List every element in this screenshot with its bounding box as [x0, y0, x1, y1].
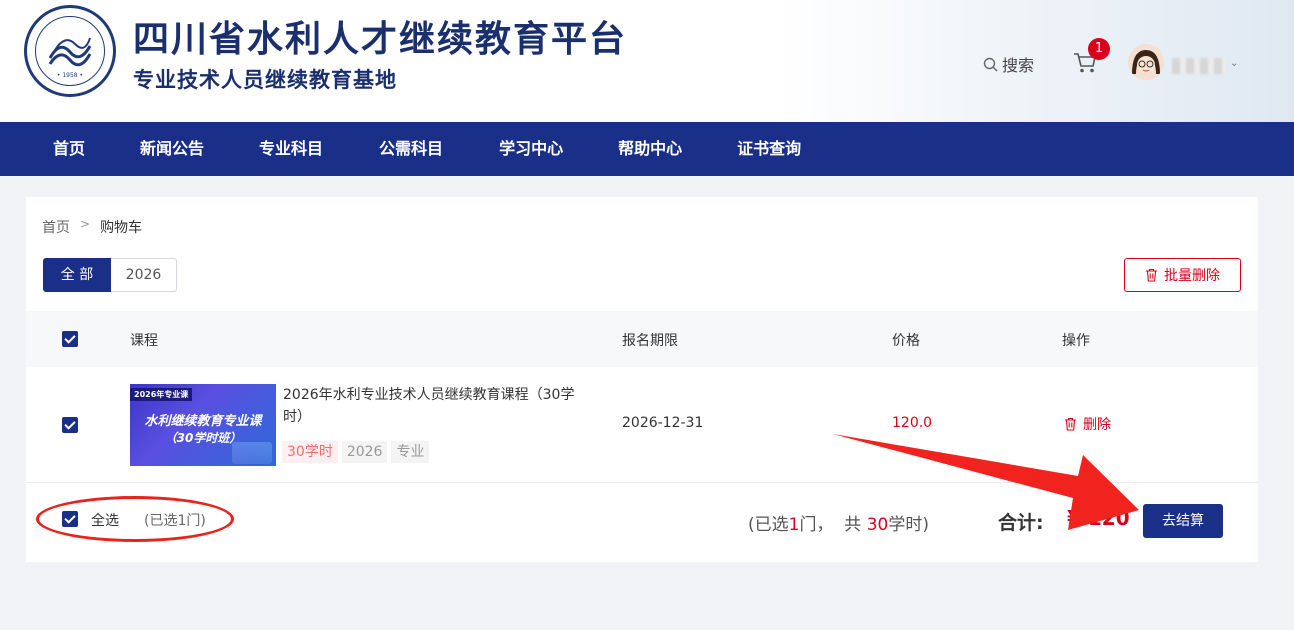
- main-nav: 首页 新闻公告 专业科目 公需科目 学习中心 帮助中心 证书查询: [0, 122, 1294, 176]
- column-header-action: 操作: [1062, 333, 1090, 349]
- trash-icon: [1146, 268, 1157, 282]
- breadcrumb-current: 购物车: [100, 220, 143, 236]
- cart-panel: 首页 > 购物车 全 部 2026 批量删除 课程 报名期限 价格 操作 202…: [26, 197, 1258, 562]
- course-title[interactable]: 2026年水利专业技术人员继续教育课程（30学时）: [283, 384, 583, 428]
- course-price: 120.0: [892, 415, 933, 431]
- thumbnail-decoration: [232, 442, 272, 464]
- column-header-price: 价格: [892, 333, 920, 349]
- cart-count-badge: 1: [1088, 38, 1110, 60]
- nav-item-certificate[interactable]: 证书查询: [737, 122, 801, 176]
- tag-hours: 30学时: [282, 441, 338, 463]
- site-header: • 1958 • 四川省水利人才继续教育平台 专业技术人员继续教育基地 搜索 1…: [0, 0, 1294, 122]
- nav-item-home[interactable]: 首页: [53, 122, 85, 176]
- row-checkbox[interactable]: [62, 417, 78, 433]
- breadcrumb-separator: >: [80, 217, 91, 231]
- course-tags: 30学时 2026 专业: [282, 441, 430, 463]
- user-avatar[interactable]: [1128, 44, 1164, 80]
- tab-all[interactable]: 全 部: [43, 258, 111, 292]
- tab-2026[interactable]: 2026: [111, 258, 177, 292]
- batch-delete-button[interactable]: 批量删除: [1124, 258, 1241, 292]
- logo-year: • 1958 •: [56, 72, 84, 79]
- selection-summary: (已选1门， 共 30学时): [748, 510, 929, 535]
- summary-prefix: (已选: [748, 515, 789, 535]
- avatar-face-icon: [1128, 44, 1164, 80]
- summary-hours: 30: [866, 515, 889, 535]
- username-blurred[interactable]: [1172, 58, 1226, 74]
- batch-delete-label: 批量删除: [1164, 268, 1220, 284]
- tag-year: 2026: [341, 441, 388, 463]
- course-thumbnail[interactable]: 2026年专业课 水利继续教育专业课 （30学时班）: [130, 384, 276, 466]
- checkout-button[interactable]: 去结算: [1143, 504, 1223, 538]
- nav-item-professional[interactable]: 专业科目: [259, 122, 323, 176]
- summary-middle: 门， 共: [799, 515, 867, 535]
- cart-footer: 全选 (已选1门) (已选1门， 共 30学时) 合计: ¥ 120 去结算: [26, 484, 1258, 562]
- thumbnail-title: 水利继续教育专业课: [144, 414, 262, 429]
- site-logo[interactable]: • 1958 •: [24, 5, 116, 97]
- nav-item-study-center[interactable]: 学习中心: [499, 122, 563, 176]
- site-title[interactable]: 四川省水利人才继续教育平台: [133, 10, 627, 62]
- site-subtitle: 专业技术人员继续教育基地: [133, 68, 397, 92]
- column-header-period: 报名期限: [622, 333, 678, 349]
- search-icon: [983, 57, 998, 71]
- nav-item-news[interactable]: 新闻公告: [140, 122, 204, 176]
- table-header: 课程 报名期限 价格 操作: [26, 311, 1258, 367]
- chevron-down-icon[interactable]: ⌄: [1230, 58, 1238, 69]
- delete-button[interactable]: 删除: [1064, 414, 1111, 434]
- total-amount: ¥ 120: [1067, 506, 1130, 530]
- year-tabs: 全 部 2026: [43, 258, 177, 292]
- header-select-all-checkbox[interactable]: [62, 331, 78, 347]
- breadcrumb-home[interactable]: 首页: [42, 217, 70, 237]
- tag-type: 专业: [391, 441, 430, 463]
- annotation-ellipse: [36, 496, 234, 542]
- nav-item-public[interactable]: 公需科目: [379, 122, 443, 176]
- search-button[interactable]: 搜索: [983, 52, 1034, 76]
- enroll-deadline: 2026-12-31: [622, 415, 704, 431]
- thumbnail-tag: 2026年专业课: [130, 388, 193, 401]
- delete-label: 删除: [1083, 417, 1111, 433]
- breadcrumb: 首页 > 购物车: [42, 217, 142, 237]
- nav-item-help-center[interactable]: 帮助中心: [618, 122, 682, 176]
- column-header-course: 课程: [130, 333, 158, 349]
- water-wave-icon: [48, 37, 92, 67]
- summary-course-count: 1: [788, 515, 800, 535]
- trash-icon: [1065, 417, 1076, 431]
- search-label: 搜索: [1002, 56, 1035, 75]
- summary-suffix: 学时): [888, 515, 929, 535]
- total-label: 合计:: [998, 512, 1044, 534]
- table-row: 2026年专业课 水利继续教育专业课 （30学时班） 2026年水利专业技术人员…: [26, 367, 1258, 483]
